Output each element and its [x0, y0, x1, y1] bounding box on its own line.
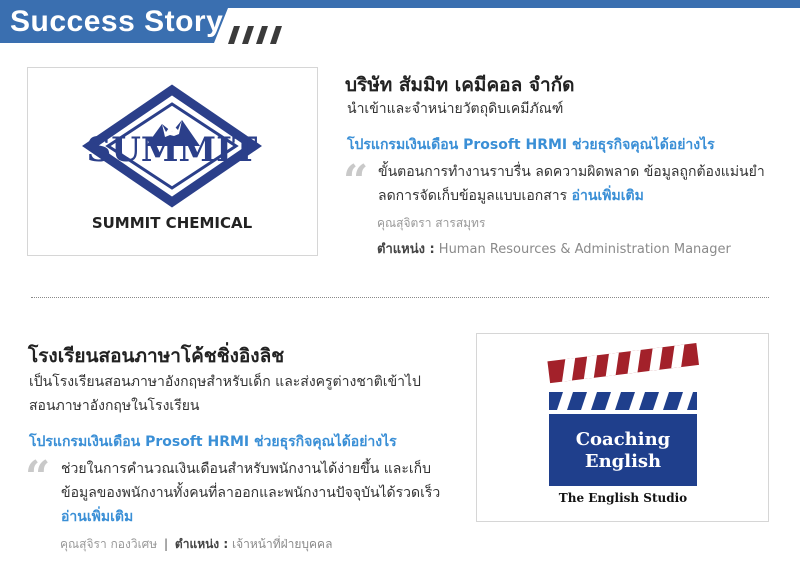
position-label: ตำแหน่ง : — [174, 537, 229, 551]
person-name: คุณสุจิตรา สารสมุทร — [377, 216, 486, 230]
position-value: Human Resources & Administration Manager — [438, 242, 731, 257]
position-label: ตำแหน่ง : — [377, 242, 435, 257]
program-link[interactable]: โปรแกรมเงินเดือน Prosoft HRMI ช่วยธุรกิจ… — [29, 431, 397, 453]
testimonial-line-2: ข้อมูลของพนักงานทั้งคนที่ลาออกและพนักงาน… — [61, 485, 441, 501]
logo-subtitle: The English Studio — [559, 491, 687, 505]
summit-chemical-logo: SUMMIT SUMMIT CHEMICAL — [27, 67, 318, 256]
description-line-2: สอนภาษาอังกฤษในโรงเรียน — [29, 398, 200, 414]
company-description: เป็นโรงเรียนสอนภาษาอังกฤษสำหรับเด็ก และส… — [29, 370, 469, 418]
decorative-stripes — [228, 26, 282, 44]
company-name: บริษัท สัมมิท เคมีคอล จำกัด — [345, 74, 575, 96]
person-position: ตำแหน่ง : Human Resources & Administrati… — [377, 238, 731, 259]
summit-mark-text: SUMMIT — [87, 130, 258, 170]
program-link[interactable]: โปรแกรมเงินเดือน Prosoft HRMI ช่วยธุรกิจ… — [347, 134, 715, 156]
company-description: นำเข้าและจำหน่ายวัตถุดิบเคมีภัณฑ์ — [347, 101, 564, 117]
testimonial-line-1: ขั้นตอนการทำงานราบรื่น ลดความผิดพลาด ข้อ… — [378, 164, 765, 180]
section-header: Success Story — [0, 0, 800, 44]
read-more-link[interactable]: อ่านเพิ่มเติม — [61, 509, 133, 525]
testimonial-text: ขั้นตอนการทำงานราบรื่น ลดความผิดพลาด ข้อ… — [378, 160, 788, 208]
quote-icon: “ — [343, 156, 369, 207]
quote-icon: “ — [25, 452, 51, 503]
divider — [31, 297, 769, 298]
read-more-link[interactable]: อ่านเพิ่มเติม — [572, 188, 644, 204]
description-line-1: เป็นโรงเรียนสอนภาษาอังกฤษสำหรับเด็ก และส… — [29, 374, 421, 390]
coaching-english-logo: Coaching English The English Studio — [476, 333, 769, 522]
person-name: คุณสุจิรา กองวิเศษ — [60, 537, 158, 551]
testimonial-text: ช่วยในการคำนวณเงินเดือนสำหรับพนักงานได้ง… — [61, 457, 471, 529]
summit-logo-graphic: SUMMIT SUMMIT CHEMICAL — [82, 84, 262, 232]
position-value: เจ้าหน้าที่ฝ่ายบุคคล — [231, 537, 333, 551]
testimonial-line-2: ลดการจัดเก็บข้อมูลแบบเอกสาร — [378, 188, 568, 204]
clapperboard-icon: Coaching English The English Studio — [547, 343, 699, 505]
summit-logo-text: SUMMIT CHEMICAL — [92, 214, 253, 232]
person-info: คุณสุจิรา กองวิเศษ | ตำแหน่ง : เจ้าหน้าท… — [60, 535, 332, 554]
testimonial-line-1: ช่วยในการคำนวณเงินเดือนสำหรับพนักงานได้ง… — [61, 461, 432, 477]
section-title: Success Story — [10, 5, 224, 38]
logo-title-line-2: English — [585, 451, 661, 472]
company-name: โรงเรียนสอนภาษาโค้ชชิ่งอิงลิช — [28, 345, 285, 367]
logo-title-line-1: Coaching — [576, 429, 671, 450]
separator: | — [164, 537, 169, 551]
